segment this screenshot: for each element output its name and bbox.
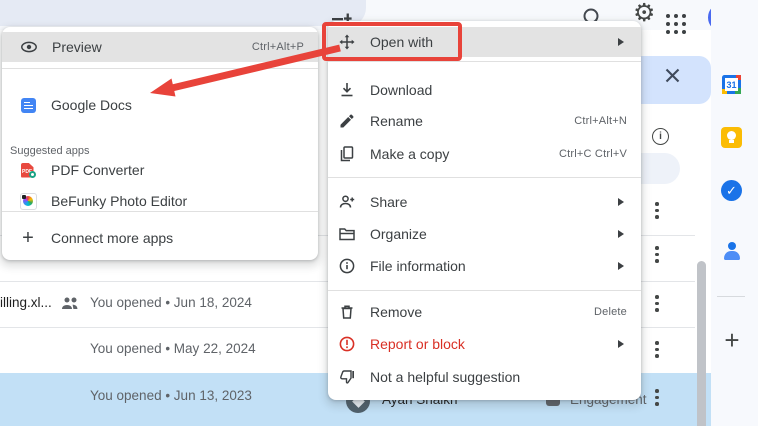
thumb-down-icon — [337, 368, 357, 386]
keep-icon[interactable] — [721, 127, 742, 148]
menu-item-label: Not a helpful suggestion — [370, 369, 521, 385]
submenu-caret-icon — [618, 262, 624, 270]
menu-item-label: Remove — [370, 304, 423, 320]
submenu-caret-icon — [618, 230, 624, 238]
get-addons-plus-icon[interactable]: + — [721, 325, 743, 355]
menu-item-open-with[interactable]: Open with — [328, 27, 641, 57]
menu-item-label: Connect more apps — [51, 230, 174, 246]
menu-item-file-information[interactable]: File information — [328, 251, 641, 281]
menu-divider — [2, 211, 318, 212]
menu-item-connect-more-apps[interactable]: + Connect more apps — [2, 223, 318, 253]
menu-item-label: PDF Converter — [51, 162, 145, 178]
folder-icon — [337, 225, 357, 243]
scrollbar[interactable] — [697, 261, 706, 426]
menu-item-not-helpful[interactable]: Not a helpful suggestion — [328, 362, 641, 392]
menu-divider — [2, 68, 318, 69]
menu-item-share[interactable]: Share — [328, 187, 641, 217]
trash-icon — [337, 303, 357, 321]
menu-item-organize[interactable]: Organize — [328, 219, 641, 249]
menu-item-preview[interactable]: Preview Ctrl+Alt+P — [2, 32, 318, 62]
menu-divider — [328, 290, 641, 291]
menu-item-label: File information — [370, 258, 466, 274]
open-with-submenu: Preview Ctrl+Alt+P Google Docs Suggested… — [2, 27, 318, 260]
google-drive-screen: ⚙ i illing.xl... You opened • Jun 18, 20… — [0, 0, 758, 426]
row-more-options-icon[interactable] — [655, 202, 659, 219]
menu-item-pdf-converter[interactable]: PDF PDF Converter — [2, 155, 318, 185]
copy-icon — [337, 145, 357, 163]
submenu-caret-icon — [618, 340, 624, 348]
row-more-options-icon[interactable] — [655, 246, 659, 263]
pdf-converter-icon: PDF — [18, 161, 38, 179]
menu-item-label: Share — [370, 194, 408, 210]
menu-item-label: Open with — [370, 34, 434, 50]
menu-item-google-docs[interactable]: Google Docs — [2, 90, 318, 120]
info-circle-icon — [337, 257, 357, 275]
menu-item-label: BeFunky Photo Editor — [51, 193, 188, 209]
menu-item-remove[interactable]: Remove Delete — [328, 297, 641, 327]
row-activity: You opened • Jun 13, 2023 — [90, 388, 252, 403]
context-menu: Open with Download Rename Ctrl+Alt+N Mak… — [328, 21, 641, 400]
eye-icon — [19, 38, 39, 56]
menu-divider — [328, 61, 641, 62]
row-activity: You opened • Jun 18, 2024 — [90, 295, 252, 310]
row-more-options-icon[interactable] — [655, 341, 659, 358]
menu-item-shortcut: Delete — [594, 306, 627, 318]
menu-item-make-a-copy[interactable]: Make a copy Ctrl+C Ctrl+V — [328, 139, 641, 169]
menu-item-label: Rename — [370, 113, 423, 129]
row-activity: You opened • May 22, 2024 — [90, 341, 256, 356]
menu-item-report-or-block[interactable]: Report or block — [328, 329, 641, 359]
pencil-icon — [337, 112, 357, 130]
menu-item-shortcut: Ctrl+Alt+P — [251, 41, 304, 53]
row-more-options-icon[interactable] — [655, 295, 659, 312]
file-name[interactable]: illing.xl... — [0, 295, 52, 310]
menu-item-label: Download — [370, 82, 433, 98]
info-icon[interactable]: i — [652, 128, 669, 145]
apps-grid-icon[interactable] — [666, 14, 686, 34]
menu-item-label: Preview — [52, 39, 102, 55]
menu-item-label: Organize — [370, 226, 427, 242]
menu-item-shortcut: Ctrl+C Ctrl+V — [559, 148, 627, 160]
calendar-icon[interactable]: 31 — [722, 75, 741, 94]
row-more-options-icon[interactable] — [655, 389, 659, 406]
close-icon[interactable] — [665, 68, 680, 83]
menu-item-label: Make a copy — [370, 146, 450, 162]
open-with-icon — [337, 33, 357, 51]
google-docs-icon — [18, 96, 38, 114]
menu-item-rename[interactable]: Rename Ctrl+Alt+N — [328, 106, 641, 136]
report-icon — [337, 335, 357, 353]
plus-icon: + — [22, 227, 34, 249]
shared-people-icon — [62, 297, 78, 309]
menu-item-download[interactable]: Download — [328, 75, 641, 105]
menu-item-shortcut: Ctrl+Alt+N — [574, 115, 627, 127]
tasks-icon[interactable]: ✓ — [721, 180, 742, 201]
befunky-icon — [18, 192, 38, 210]
menu-item-label: Report or block — [370, 336, 465, 352]
search-bar[interactable] — [0, 0, 366, 26]
submenu-caret-icon — [618, 198, 624, 206]
download-icon — [337, 81, 357, 99]
side-panel — [711, 0, 758, 426]
side-panel-divider — [717, 296, 745, 297]
contacts-icon[interactable] — [721, 240, 742, 261]
menu-item-label: Google Docs — [51, 97, 132, 113]
submenu-caret-icon — [618, 38, 624, 46]
menu-divider — [328, 177, 641, 178]
person-add-icon — [337, 193, 357, 211]
